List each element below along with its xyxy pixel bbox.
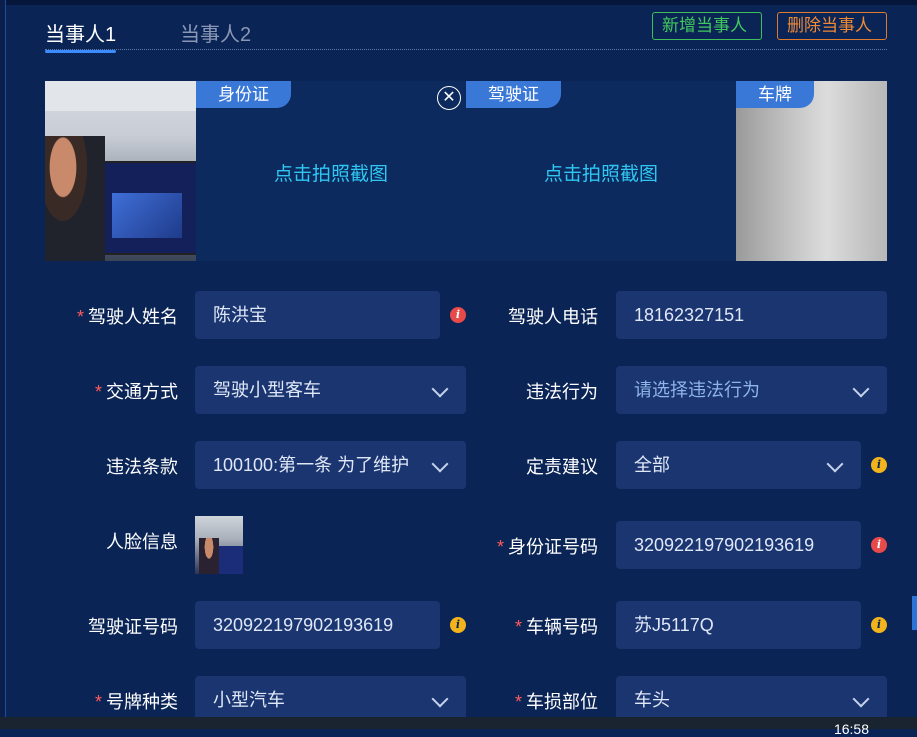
- window-left-edge: [0, 0, 6, 729]
- chevron-down-icon: [410, 441, 466, 489]
- taskbar-clock: 16:58: [833, 721, 869, 737]
- id-card-photo-slot[interactable]: 身份证 点击拍照截图: [196, 81, 466, 261]
- violation-select[interactable]: 请选择违法行为: [616, 366, 887, 414]
- scrollbar-handle[interactable]: [912, 596, 917, 630]
- clause-label: 违法条款: [106, 457, 178, 477]
- add-party-button[interactable]: 新增当事人: [652, 12, 762, 40]
- chevron-down-icon: [831, 366, 887, 414]
- tab-party-1[interactable]: 当事人1: [45, 18, 117, 53]
- face-photo-thumbnail[interactable]: [195, 516, 243, 574]
- error-info-icon[interactable]: i: [450, 307, 466, 323]
- tab-party-2[interactable]: 当事人2: [180, 18, 251, 47]
- driver-phone-input[interactable]: 18162327151: [616, 291, 887, 339]
- license-photo-label: 驾驶证: [466, 81, 561, 108]
- license-photo-slot[interactable]: 驾驶证 点击拍照截图: [466, 81, 736, 261]
- plate-photo-slot[interactable]: 车牌: [736, 81, 887, 261]
- id-number-label: * 身份证号码: [496, 537, 598, 557]
- photo-capture-strip: 身份证 点击拍照截图 ✕ 驾驶证 点击拍照截图 车牌: [45, 81, 887, 261]
- transport-select[interactable]: 驾驶小型客车: [195, 366, 466, 414]
- license-number-label: 驾驶证号码: [88, 617, 178, 637]
- driver-name-input[interactable]: 陈洪宝: [195, 291, 440, 339]
- warning-info-icon[interactable]: i: [871, 457, 887, 473]
- license-number-input[interactable]: 320922197902193619: [195, 601, 440, 649]
- violation-label: 违法行为: [526, 382, 598, 402]
- vehicle-number-input[interactable]: 苏J5117Q: [616, 601, 861, 649]
- liability-select-value: 全部: [634, 455, 670, 475]
- camera-preview: [45, 81, 196, 261]
- warning-info-icon[interactable]: i: [871, 617, 887, 633]
- liability-select[interactable]: 全部: [616, 441, 861, 489]
- transport-label: * 交通方式: [94, 382, 178, 402]
- window-top-edge: [0, 0, 917, 5]
- plate-type-label: * 号牌种类: [94, 692, 178, 712]
- liability-label: 定责建议: [526, 457, 598, 477]
- damage-part-label: * 车损部位: [514, 692, 598, 712]
- violation-select-placeholder: 请选择违法行为: [634, 380, 760, 400]
- tab-divider: [45, 49, 887, 50]
- id-number-input[interactable]: 320922197902193619: [616, 521, 861, 569]
- close-icon[interactable]: ✕: [437, 86, 461, 110]
- chevron-down-icon: [805, 441, 861, 489]
- face-info-label: 人脸信息: [106, 532, 178, 552]
- license-capture-link[interactable]: 点击拍照截图: [466, 159, 736, 186]
- vehicle-number-label: * 车辆号码: [514, 617, 598, 637]
- plate-photo-label: 车牌: [736, 81, 814, 108]
- id-card-photo-label: 身份证: [196, 81, 291, 108]
- transport-select-value: 驾驶小型客车: [213, 380, 321, 400]
- id-card-capture-link[interactable]: 点击拍照截图: [196, 159, 466, 186]
- delete-party-button[interactable]: 删除当事人: [777, 12, 887, 40]
- driver-name-label: * 驾驶人姓名: [76, 307, 178, 327]
- error-info-icon[interactable]: i: [871, 537, 887, 553]
- warning-info-icon[interactable]: i: [450, 617, 466, 633]
- plate-type-select-value: 小型汽车: [213, 690, 285, 710]
- chevron-down-icon: [410, 366, 466, 414]
- clause-select[interactable]: 100100:第一条 为了维护道路交通秩序: [195, 441, 466, 489]
- driver-phone-label: 驾驶人电话: [508, 307, 598, 327]
- damage-part-select-value: 车头: [634, 690, 670, 710]
- taskbar: 16:58: [0, 717, 917, 737]
